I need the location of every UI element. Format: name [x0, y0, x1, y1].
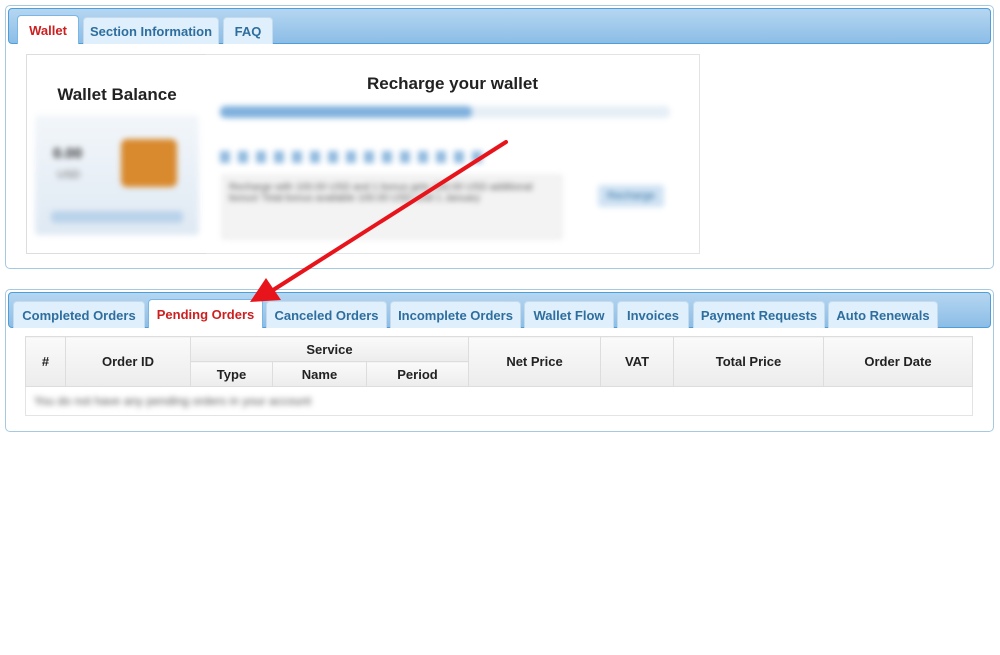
col-period: Period: [366, 361, 469, 387]
wallet-card-bar: [51, 211, 183, 223]
tab-completed-orders[interactable]: Completed Orders: [13, 301, 145, 328]
recharge-info-text: Recharge with 100.00 USD and 1 bonus get…: [229, 182, 533, 204]
col-net-price: Net Price: [468, 336, 601, 387]
col-service: Service: [190, 336, 469, 362]
tab-auto-renewals[interactable]: Auto Renewals: [828, 301, 938, 328]
col-vat: VAT: [600, 336, 674, 387]
recharge-progress-bar[interactable]: [220, 106, 670, 118]
empty-message: You do not have any pending orders in yo…: [34, 394, 312, 408]
col-type: Type: [190, 361, 273, 387]
col-order-id: Order ID: [65, 336, 191, 387]
col-name: Name: [272, 361, 367, 387]
col-number: #: [25, 336, 66, 387]
wallet-coin-icon: [121, 139, 177, 187]
tab-faq[interactable]: FAQ: [223, 17, 273, 44]
pending-orders-table: # Order ID Service Net Price VAT Total P…: [25, 336, 973, 416]
wallet-panel: Wallet Section Information FAQ Wallet Ba…: [5, 5, 994, 269]
recharge-progress-fill: [220, 106, 472, 118]
orders-tabbar: Completed Orders Pending Orders Canceled…: [8, 292, 991, 328]
wallet-tabbar: Wallet Section Information FAQ: [8, 8, 991, 44]
tab-wallet[interactable]: Wallet: [17, 15, 79, 44]
tab-section-information[interactable]: Section Information: [83, 17, 219, 44]
recharge-amount-dots[interactable]: [220, 151, 490, 163]
table-row: You do not have any pending orders in yo…: [25, 386, 973, 416]
wallet-currency: USD: [57, 169, 81, 181]
tab-pending-orders[interactable]: Pending Orders: [148, 299, 263, 328]
recharge-box: Recharge your wallet Recharge with 100.0…: [206, 54, 700, 254]
recharge-title: Recharge your wallet: [366, 74, 538, 93]
recharge-info-box: Recharge with 100.00 USD and 1 bonus get…: [222, 175, 562, 239]
wallet-balance-title: Wallet Balance: [57, 85, 177, 104]
tab-invoices[interactable]: Invoices: [617, 301, 689, 328]
tab-wallet-flow[interactable]: Wallet Flow: [524, 301, 614, 328]
col-order-date: Order Date: [823, 336, 973, 387]
wallet-balance-box: Wallet Balance 0.00 USD: [26, 54, 208, 254]
tab-payment-requests[interactable]: Payment Requests: [693, 301, 825, 328]
col-total-price: Total Price: [673, 336, 824, 387]
recharge-button[interactable]: Recharge: [598, 185, 664, 207]
tab-incomplete-orders[interactable]: Incomplete Orders: [390, 301, 521, 328]
wallet-card: 0.00 USD: [35, 115, 199, 235]
tab-canceled-orders[interactable]: Canceled Orders: [266, 301, 387, 328]
wallet-amount: 0.00: [53, 145, 83, 162]
